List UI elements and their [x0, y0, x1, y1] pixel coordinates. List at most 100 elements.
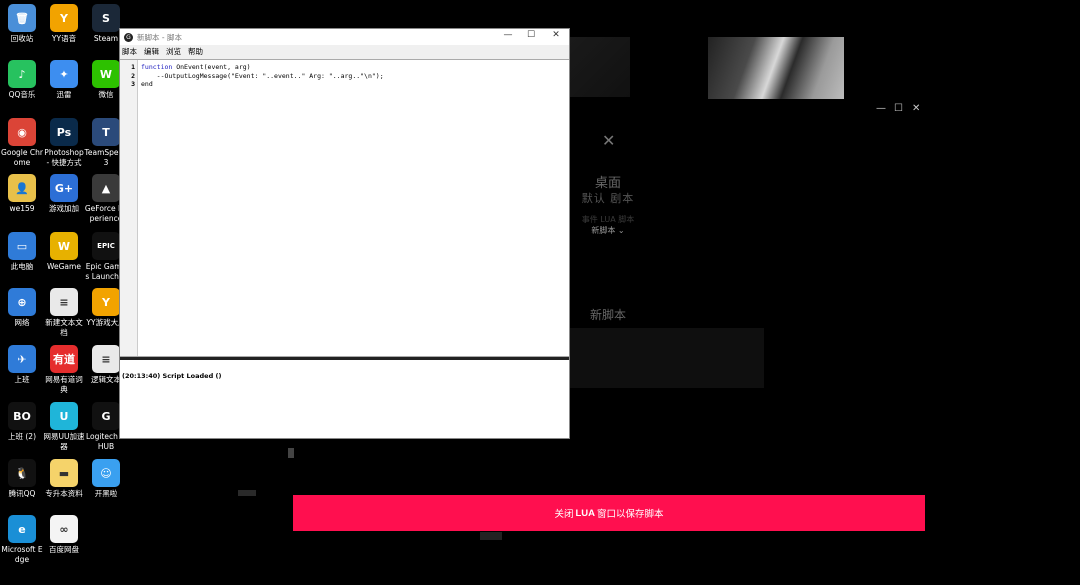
desktop-icon-label: Microsoft Edge — [1, 545, 43, 564]
desktop-icon-label: 网易有道词典 — [45, 375, 83, 394]
close-icon[interactable]: ✕ — [602, 131, 615, 150]
desktop-icon[interactable]: 有道 网易有道词典 — [42, 345, 86, 394]
desktop-icon-label: 回收站 — [10, 34, 34, 43]
line-number: 2 — [131, 71, 135, 80]
close-lua-prefix: 关闭 — [554, 509, 574, 520]
profile-subtitle: 默认 剧本 — [581, 192, 635, 205]
desktop-icon-label: QQ音乐 — [8, 90, 36, 99]
lua-script-label: 事件 LUA 脚本 — [581, 215, 635, 224]
epic-games-icon: EPIC — [92, 232, 120, 260]
desktop-icon[interactable]: ∞ 百度网盘 — [42, 515, 86, 555]
desktop-icon[interactable]: 👤 we159 — [0, 174, 44, 214]
menu-view[interactable]: 浏览 — [166, 46, 181, 57]
desktop-icon[interactable]: ▭ 此电脑 — [0, 232, 44, 272]
desktop-icon-label: WeGame — [47, 262, 81, 271]
wechat-icon: W — [92, 60, 120, 88]
network-icon: ⊕ — [8, 288, 36, 316]
desktop-icon[interactable]: e Microsoft Edge — [0, 515, 44, 564]
menu-help[interactable]: 帮助 — [188, 46, 203, 57]
code-line: end — [141, 80, 153, 88]
chrome-icon: ◉ — [8, 118, 36, 146]
this-pc-icon: ▭ — [8, 232, 36, 260]
desktop-icon-label: 百度网盘 — [49, 545, 79, 554]
desktop-icon[interactable]: ◉ Google Chrome — [0, 118, 44, 167]
desktop-icon-label: 上班 (2) — [7, 432, 36, 441]
desktop-icon[interactable]: ⊕ 网络 — [0, 288, 44, 328]
desktop-icon-label: 游戏加加 — [49, 204, 79, 213]
background-shard — [480, 532, 502, 540]
yy-voice-icon: Y — [50, 4, 78, 32]
script-editor-window: G 新脚本 - 脚本 — ☐ ✕ 脚本 编辑 浏览 帮助 1 2 3 funct… — [119, 28, 570, 439]
script-panel — [570, 328, 764, 388]
desktop-icon[interactable]: 🐧 腾讯QQ — [0, 459, 44, 499]
desktop-icon-label: Photoshop - 快捷方式 — [44, 148, 84, 167]
menu-edit[interactable]: 编辑 — [144, 46, 159, 57]
desktop-icon[interactable]: Ps Photoshop - 快捷方式 — [42, 118, 86, 167]
qq-music-icon: ♪ — [8, 60, 36, 88]
editor-close-button[interactable]: ✕ — [549, 30, 563, 40]
desktop-icon[interactable]: W WeGame — [42, 232, 86, 272]
user-folder-icon: 👤 — [8, 174, 36, 202]
script-dropdown[interactable]: 新脚本 ⌄ — [560, 225, 656, 236]
desktop-icon[interactable]: U 网易UU加速器 — [42, 402, 86, 451]
steam-icon: S — [92, 4, 120, 32]
desktop-icon[interactable]: G+ 游戏加加 — [42, 174, 86, 214]
youdao-icon: 有道 — [50, 345, 78, 373]
editor-minimize-button[interactable]: — — [501, 30, 515, 40]
desktop-icon-label: 网络 — [14, 318, 30, 327]
editor-title: 新脚本 - 脚本 — [137, 32, 182, 42]
code-editor[interactable]: 1 2 3 function OnEvent(event, arg) --Out… — [120, 59, 569, 357]
kaiheila-icon: ☺ — [92, 459, 120, 487]
desktop-icon-label: 新建文本文档 — [45, 318, 83, 337]
wegame-icon: W — [50, 232, 78, 260]
app-minimize-button[interactable]: — — [876, 103, 886, 114]
desktop-icon-label: we159 — [9, 204, 35, 213]
teamspeak-icon: T — [92, 118, 120, 146]
code-lines: function OnEvent(event, arg) --OutputLog… — [141, 63, 384, 89]
output-log-line: (20:13:40) Script Loaded () — [122, 372, 222, 380]
xunlei-icon: ✦ — [50, 60, 78, 88]
desktop-icon[interactable]: ☺ 开黑啦 — [84, 459, 128, 499]
desktop-icon-label: Google Chrome — [1, 148, 43, 167]
desktop-icon-label: 腾讯QQ — [8, 489, 36, 498]
close-lua-bold: LUA — [575, 507, 596, 519]
desktop-icon[interactable]: BO 上班 (2) — [0, 402, 44, 442]
youxijiajia-icon: G+ — [50, 174, 78, 202]
app-maximize-button[interactable]: ☐ — [894, 103, 903, 114]
code-line-comment: --OutputLogMessage("Event: "..event.." A… — [141, 71, 384, 80]
geforce-icon: ▲ — [92, 174, 120, 202]
editor-maximize-button[interactable]: ☐ — [524, 30, 538, 40]
line-number-gutter: 1 2 3 — [120, 60, 138, 356]
desktop-icon[interactable]: ≡ 新建文本文档 — [42, 288, 86, 337]
app-close-button[interactable]: ✕ — [912, 103, 920, 114]
desktop-icon[interactable]: Y YY语音 — [42, 4, 86, 44]
desktop-icon[interactable]: ✈ 上班 — [0, 345, 44, 385]
line-number: 3 — [131, 80, 135, 88]
desktop-icon-label: 迅雷 — [56, 90, 72, 99]
code-keyword: function — [141, 63, 173, 71]
photoshop-icon: Ps — [50, 118, 78, 146]
close-lua-window-button[interactable]: 关闭 LUA 窗口以保存脚本 — [293, 495, 925, 531]
menu-script[interactable]: 脚本 — [122, 46, 137, 57]
script-name: 新脚本 — [589, 308, 626, 322]
logitech-icon: G — [92, 402, 120, 430]
code-text: OnEvent(event, arg) — [172, 63, 251, 71]
desktop-icon[interactable]: 🗑 回收站 — [0, 4, 44, 44]
uu-accelerator-icon: U — [50, 402, 78, 430]
background-shard — [288, 448, 294, 458]
chevron-down-icon: ⌄ — [617, 226, 625, 235]
recycle-bin-icon: 🗑 — [8, 4, 36, 32]
output-log: (20:13:40) Script Loaded () — [120, 360, 569, 438]
editor-titlebar[interactable]: G 新脚本 - 脚本 — ☐ ✕ — [120, 29, 569, 45]
desktop-icon[interactable]: ✦ 迅雷 — [42, 60, 86, 100]
desktop-icon-label: 此电脑 — [10, 262, 34, 271]
text-file-icon: ≡ — [50, 288, 78, 316]
text-file-icon: ≡ — [92, 345, 120, 373]
profile-title: 桌面 — [594, 176, 621, 191]
background-image — [708, 37, 844, 99]
code-line: function OnEvent(event, arg) — [141, 63, 384, 72]
desktop-icon[interactable]: ♪ QQ音乐 — [0, 60, 44, 100]
close-lua-suffix: 窗口以保存脚本 — [597, 509, 664, 520]
desktop-icon[interactable]: ▬ 专升本资料 — [42, 459, 86, 499]
background-shard — [238, 490, 256, 496]
